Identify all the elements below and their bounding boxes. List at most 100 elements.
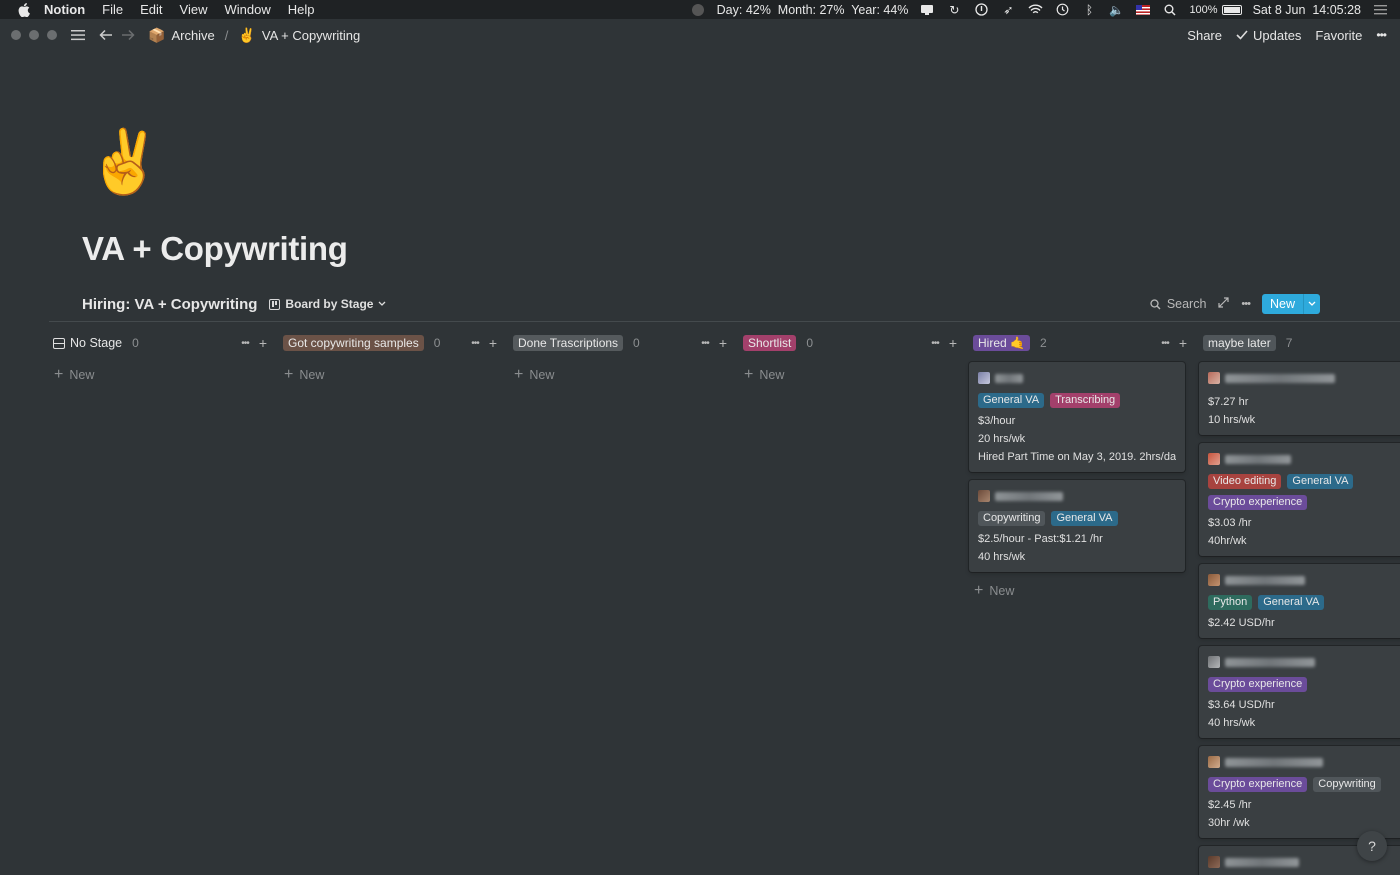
tag-transcribing: Transcribing — [1050, 393, 1121, 408]
card-rate: $2.45 /hr — [1208, 799, 1252, 811]
card-hours: 20 hrs/wk — [978, 433, 1026, 445]
column-more-icon[interactable]: ••• — [471, 338, 479, 349]
tag-general-va: General VA — [1051, 511, 1118, 526]
column-add-icon[interactable]: + — [1179, 335, 1187, 351]
page-title[interactable]: VA + Copywriting — [82, 230, 348, 268]
column-tag: Got copywriting samples — [283, 335, 424, 351]
status-circle-icon[interactable] — [690, 3, 706, 17]
column-new-button[interactable]: + New — [739, 364, 961, 386]
candidate-card[interactable]: Video editing General VA Crypto experien… — [1199, 443, 1400, 556]
volume-icon[interactable]: 🔈 — [1108, 3, 1124, 17]
menu-help[interactable]: Help — [288, 2, 315, 17]
favorite-button[interactable]: Favorite — [1315, 28, 1362, 43]
chevron-down-icon — [378, 301, 386, 306]
time-machine-icon[interactable] — [1054, 3, 1070, 17]
column-new-button[interactable]: + New — [509, 364, 731, 386]
board-column-no-stage: No Stage 0 ••• + + New — [49, 332, 271, 386]
new-dropdown-chevron-icon[interactable] — [1303, 294, 1320, 314]
column-count: 7 — [1285, 336, 1293, 350]
expand-icon[interactable] — [1218, 297, 1230, 311]
column-header[interactable]: Done Trascriptions 0 ••• + — [509, 332, 731, 354]
rocket-icon[interactable]: ➶ — [1000, 3, 1016, 17]
sidebar-toggle-icon[interactable] — [70, 27, 86, 43]
breadcrumb-current-page[interactable]: VA + Copywriting — [262, 28, 360, 43]
column-header[interactable]: No Stage 0 ••• + — [49, 332, 271, 354]
card-rate: $2.5/hour - Past:$1.21 /hr — [978, 533, 1103, 545]
column-more-icon[interactable]: ••• — [701, 338, 709, 349]
column-add-icon[interactable]: + — [719, 335, 727, 351]
column-add-icon[interactable]: + — [489, 335, 497, 351]
zoom-window-button[interactable] — [47, 30, 57, 40]
tag-copywriting: Copywriting — [1313, 777, 1381, 792]
victory-hand-icon[interactable]: ✌️ — [238, 27, 255, 44]
notification-center-icon[interactable] — [1372, 3, 1388, 17]
new-record-label[interactable]: New — [1261, 294, 1303, 314]
column-more-icon[interactable]: ••• — [241, 338, 249, 349]
menu-view[interactable]: View — [180, 2, 208, 17]
column-more-icon[interactable]: ••• — [1161, 338, 1169, 349]
breadcrumb-archive[interactable]: Archive — [171, 28, 214, 43]
battery-indicator[interactable]: 100% — [1189, 4, 1242, 16]
notification-icon[interactable] — [919, 3, 935, 17]
more-options-icon[interactable]: ••• — [1376, 28, 1387, 42]
database-title[interactable]: Hiring: VA + Copywriting — [82, 296, 257, 313]
column-add-icon[interactable]: + — [259, 335, 267, 351]
window-controls — [11, 30, 57, 40]
time-progress-stats[interactable]: Day: 42% Month: 27% Year: 44% — [717, 3, 909, 17]
candidate-name-redacted — [1208, 370, 1400, 386]
view-selector[interactable]: Board by Stage — [269, 297, 386, 311]
tag-python: Python — [1208, 595, 1253, 610]
plus-icon: + — [974, 582, 984, 599]
column-add-icon[interactable]: + — [949, 335, 957, 351]
menu-file[interactable]: File — [102, 2, 123, 17]
candidate-card[interactable]: Copywriting General VA $2.5/hour - Past:… — [969, 480, 1185, 572]
new-label: New — [529, 368, 555, 382]
close-window-button[interactable] — [11, 30, 21, 40]
page-icon[interactable]: ✌️ — [86, 125, 163, 201]
bluetooth-icon[interactable]: ᛒ — [1081, 3, 1097, 17]
minimize-window-button[interactable] — [29, 30, 39, 40]
spotlight-search-icon[interactable] — [1162, 3, 1178, 17]
database-search[interactable]: Search — [1150, 297, 1206, 311]
inbox-icon — [53, 337, 65, 349]
candidate-name-redacted — [1208, 654, 1400, 670]
column-tag: maybe later — [1203, 335, 1276, 351]
column-new-button[interactable]: + New — [49, 364, 271, 386]
candidate-card[interactable]: Python General VA $2.42 USD/hr — [1199, 564, 1400, 638]
column-header[interactable]: Hired 🤙 2 ••• + — [969, 332, 1191, 354]
wifi-icon[interactable] — [1027, 3, 1043, 17]
database-tools: Search ••• New — [1150, 293, 1320, 315]
column-header[interactable]: maybe later 7 ••• — [1199, 332, 1400, 354]
menu-app-notion[interactable]: Notion — [44, 2, 85, 17]
candidate-card[interactable]: Crypto experience $3.64 USD/hr 40 hrs/wk — [1199, 646, 1400, 738]
column-new-button[interactable]: + New — [969, 580, 1191, 602]
tag-video-editing: Video editing — [1208, 474, 1282, 489]
share-button[interactable]: Share — [1187, 28, 1222, 43]
column-header[interactable]: Shortlist 0 ••• + — [739, 332, 961, 354]
breadcrumb: 📦 Archive / ✌️ VA + Copywriting — [148, 27, 360, 44]
clock[interactable]: Sat 8 Jun 14:05:28 — [1253, 3, 1361, 17]
updates-button[interactable]: Updates — [1236, 28, 1301, 43]
menu-window[interactable]: Window — [224, 2, 270, 17]
candidate-card[interactable]: General VA Transcribing $3/hour 20 hrs/w… — [969, 362, 1185, 472]
forward-arrow-icon[interactable] — [120, 27, 136, 43]
sync-icon[interactable]: ↻ — [946, 3, 962, 17]
database-more-icon[interactable]: ••• — [1241, 298, 1251, 310]
column-header[interactable]: Got copywriting samples 0 ••• + — [279, 332, 501, 354]
info-circle-icon[interactable] — [973, 3, 989, 17]
apple-icon[interactable] — [16, 2, 32, 18]
menu-edit[interactable]: Edit — [140, 2, 162, 17]
back-arrow-icon[interactable] — [98, 27, 114, 43]
plus-icon: + — [514, 366, 524, 383]
candidate-name-redacted — [1208, 572, 1400, 588]
help-button[interactable]: ? — [1357, 831, 1387, 861]
column-more-icon[interactable]: ••• — [931, 338, 939, 349]
archive-box-icon[interactable]: 📦 — [148, 27, 165, 44]
candidate-card[interactable]: $7.27 hr 10 hrs/wk — [1199, 362, 1400, 435]
candidate-card[interactable]: Crypto experience Copywriting $2.45 /hr … — [1199, 746, 1400, 838]
column-count: 2 — [1039, 336, 1047, 350]
new-record-button[interactable]: New — [1261, 294, 1320, 314]
flag-us-icon[interactable] — [1135, 3, 1151, 17]
column-new-button[interactable]: + New — [279, 364, 501, 386]
card-rate: $3/hour — [978, 415, 1016, 427]
